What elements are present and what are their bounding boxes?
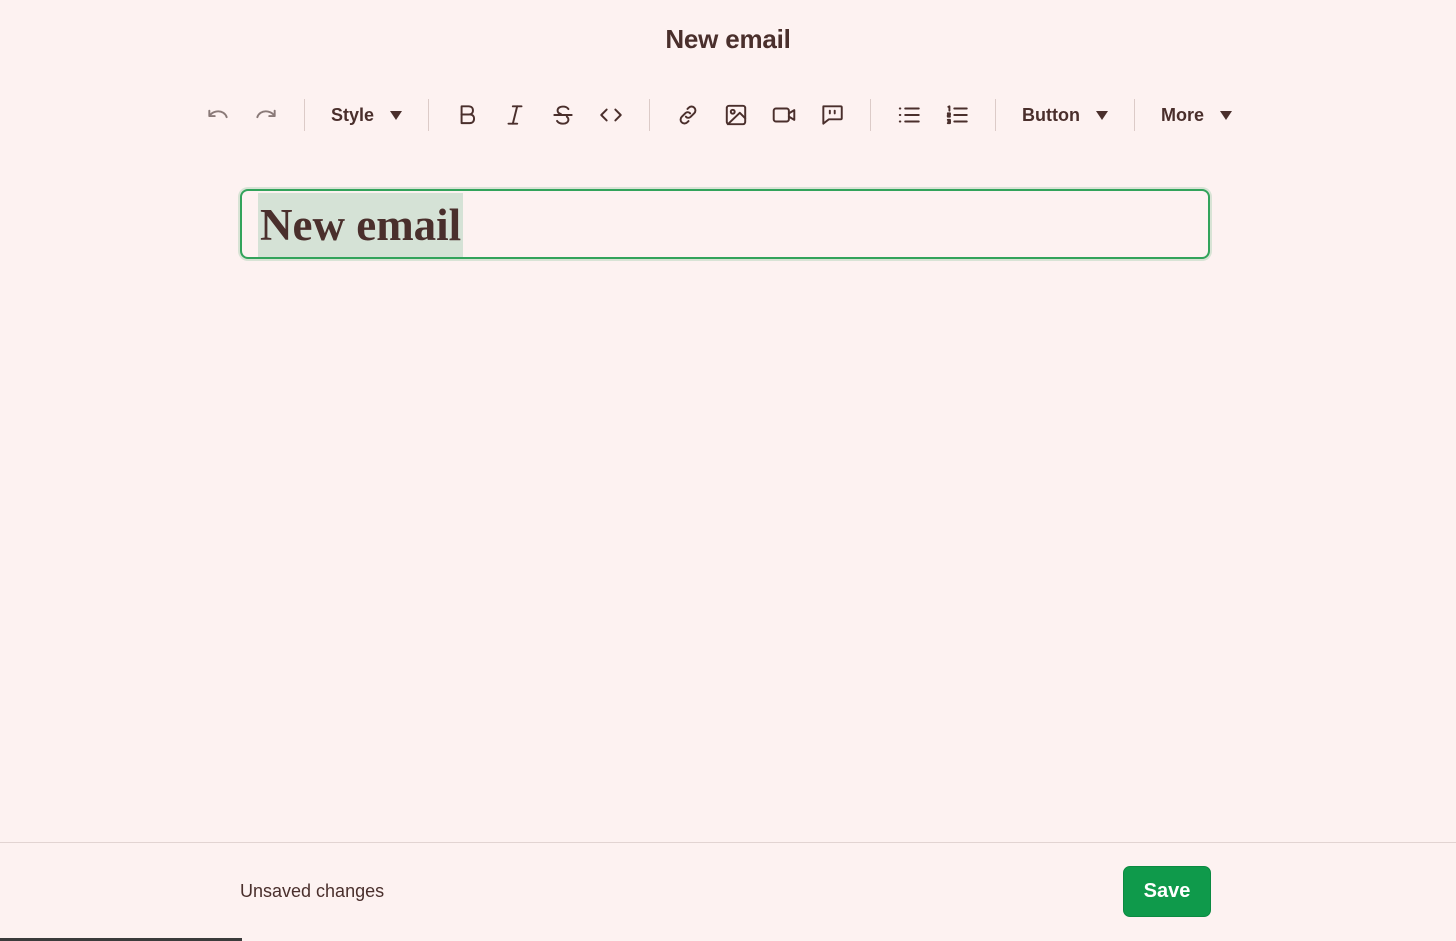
- style-dropdown-label: Style: [331, 104, 375, 125]
- numbered-list-icon: [946, 105, 968, 125]
- chevron-down-icon: [1220, 110, 1233, 120]
- chevron-down-icon: [1096, 110, 1109, 120]
- bullet-list-button[interactable]: [885, 94, 933, 136]
- toolbar-divider: [428, 99, 430, 131]
- button-dropdown[interactable]: Button: [1010, 94, 1120, 136]
- quote-button[interactable]: [808, 94, 856, 136]
- redo-button[interactable]: [242, 94, 290, 136]
- code-button[interactable]: [587, 94, 635, 136]
- more-dropdown[interactable]: More: [1149, 94, 1244, 136]
- bold-button[interactable]: [443, 94, 491, 136]
- more-dropdown-label: More: [1161, 104, 1205, 125]
- style-dropdown[interactable]: Style: [319, 94, 414, 136]
- video-button[interactable]: [760, 94, 808, 136]
- bullet-list-icon: [898, 107, 920, 123]
- undo-button[interactable]: [194, 94, 242, 136]
- button-dropdown-label: Button: [1022, 104, 1081, 125]
- toolbar-divider: [870, 99, 872, 131]
- strikethrough-button[interactable]: [539, 94, 587, 136]
- quote-icon: [822, 105, 843, 125]
- toolbar-divider: [304, 99, 305, 131]
- strikethrough-icon: [553, 105, 573, 125]
- toolbar-divider: [1134, 99, 1136, 131]
- code-icon: [600, 108, 622, 122]
- toolbar-divider: [649, 99, 651, 131]
- chevron-down-icon: [390, 110, 403, 120]
- editor-toolbar: Style Button More: [194, 94, 1244, 136]
- email-title-text[interactable]: New email: [258, 193, 464, 257]
- link-icon: [679, 105, 697, 125]
- save-status: Unsaved changes: [240, 881, 385, 901]
- italic-button[interactable]: [491, 94, 539, 136]
- page-title: New email: [665, 24, 791, 54]
- bold-icon: [460, 105, 476, 125]
- italic-icon: [507, 105, 523, 125]
- save-button[interactable]: Save: [1123, 866, 1211, 917]
- image-icon: [725, 104, 747, 126]
- redo-icon: [256, 109, 276, 119]
- email-title-input[interactable]: New email: [240, 189, 1210, 259]
- video-icon: [772, 107, 796, 123]
- link-button[interactable]: [664, 94, 712, 136]
- numbered-list-button[interactable]: [933, 94, 981, 136]
- image-button[interactable]: [712, 94, 760, 136]
- toolbar-divider: [995, 99, 997, 131]
- undo-icon: [208, 109, 228, 119]
- footer-divider: [0, 842, 1456, 843]
